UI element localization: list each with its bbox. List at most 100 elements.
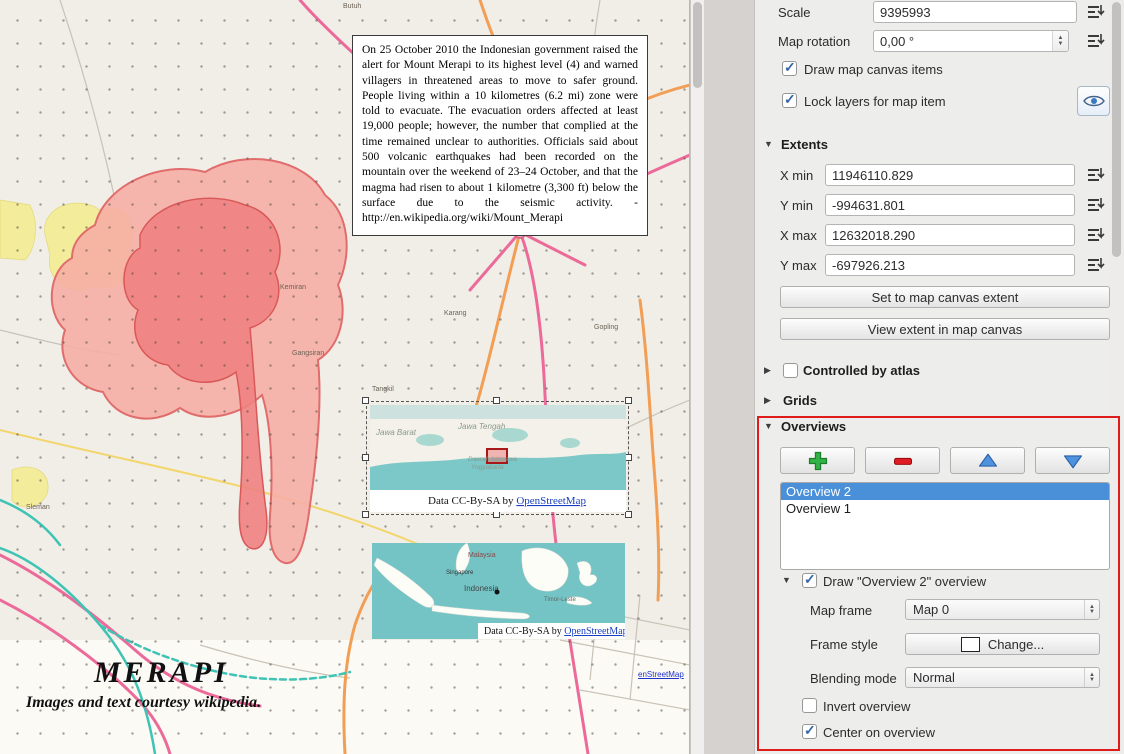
ymin-input[interactable]: -994631.801 [825, 194, 1075, 216]
scale-input[interactable]: 9395993 [873, 1, 1077, 23]
xmin-data-defined-button[interactable] [1083, 164, 1107, 186]
data-defined-override-icon [1085, 256, 1105, 274]
selection-handle[interactable] [493, 397, 500, 404]
invert-overview-checkbox[interactable] [802, 698, 817, 713]
frame-style-color-swatch [961, 637, 980, 652]
map-scrollbar-thumb[interactable] [693, 2, 702, 88]
xmax-data-defined-button[interactable] [1083, 224, 1107, 246]
svg-text:Jawa Barat: Jawa Barat [375, 428, 417, 437]
overview-inset-map-java[interactable]: Jawa Barat Jawa Tengah Daerah Istimewa Y… [370, 405, 626, 512]
grids-collapse-toggle[interactable]: ▶ [764, 395, 771, 406]
spin-arrows-icon[interactable]: ▲▼ [1052, 31, 1068, 51]
data-defined-override-icon [1085, 32, 1105, 50]
set-to-map-canvas-extent-button[interactable]: Set to map canvas extent [780, 286, 1110, 308]
ymin-data-defined-button[interactable] [1083, 194, 1107, 216]
map-frame-combo[interactable]: Map 0 ▲▼ [905, 599, 1100, 620]
draw-overview-label: Draw "Overview 2" overview [823, 574, 986, 589]
layer-visibility-preset-button[interactable] [1077, 86, 1110, 116]
move-overview-up-button[interactable] [950, 447, 1025, 474]
selection-handle[interactable] [625, 397, 632, 404]
overviews-header: Overviews [781, 419, 846, 434]
map-subtitle-label[interactable]: Images and text courtesy wikipedia. [26, 694, 261, 712]
map-rotation-spinbox[interactable]: 0,00 ° ▲▼ [873, 30, 1069, 52]
map-vertical-scrollbar[interactable] [690, 0, 704, 754]
center-on-overview-label: Center on overview [823, 725, 935, 740]
map-canvas[interactable]: Butuh Kemiran Gangsiran Tangkil Karang S… [0, 0, 690, 754]
svg-text:Singapore: Singapore [446, 570, 474, 576]
invert-overview-label: Invert overview [823, 699, 910, 714]
lock-layers-checkbox[interactable] [782, 93, 797, 108]
map-frame-label: Map frame [810, 603, 872, 618]
data-defined-override-icon [1085, 196, 1105, 214]
item-properties-panel: Scale 9395993 Map rotation 0,00 ° ▲▼ Dra… [755, 0, 1110, 754]
overviews-collapse-toggle[interactable]: ▼ [764, 421, 773, 431]
osm-credit-fragment: enStreetMap [638, 670, 684, 679]
blending-mode-value: Normal [913, 670, 955, 685]
overview-list-item[interactable]: Overview 2 [781, 483, 1109, 500]
selection-handle[interactable] [625, 454, 632, 461]
grids-header: Grids [783, 393, 817, 408]
svg-text:Malaysia: Malaysia [468, 552, 496, 559]
controlled-by-atlas-label: Controlled by atlas [803, 363, 920, 378]
frame-style-label: Frame style [810, 637, 878, 652]
ymax-data-defined-button[interactable] [1083, 254, 1107, 276]
lock-layers-label: Lock layers for map item [804, 94, 946, 109]
xmax-input[interactable]: 12632018.290 [825, 224, 1075, 246]
blending-mode-combo[interactable]: Normal ▲▼ [905, 667, 1100, 688]
map-title-label[interactable]: MERAPI [94, 656, 229, 690]
map-rotation-label: Map rotation [778, 34, 850, 49]
panel-splitter[interactable] [704, 0, 755, 754]
scale-label: Scale [778, 5, 811, 20]
panel-scrollbar-thumb[interactable] [1112, 2, 1121, 257]
plus-icon [807, 450, 829, 472]
panel-vertical-scrollbar[interactable] [1110, 0, 1124, 754]
data-defined-override-icon [1085, 3, 1105, 21]
ymax-input[interactable]: -697926.213 [825, 254, 1075, 276]
combo-arrows-icon: ▲▼ [1084, 668, 1099, 687]
svg-text:Data CC-By-SA by OpenStreetMap: Data CC-By-SA by OpenStreetMap [484, 626, 625, 637]
map-frame-value: Map 0 [913, 602, 949, 617]
data-defined-override-icon [1085, 166, 1105, 184]
selection-handle[interactable] [362, 454, 369, 461]
svg-text:Daerah Istimewa: Daerah Istimewa [468, 456, 517, 463]
draw-map-canvas-items-checkbox[interactable] [782, 61, 797, 76]
rotation-data-defined-button[interactable] [1083, 30, 1107, 52]
svg-text:Timor-Leste: Timor-Leste [544, 597, 576, 603]
extents-header: Extents [781, 137, 828, 152]
svg-text:Indonesia: Indonesia [464, 584, 499, 593]
overview-inset-map-indonesia[interactable]: Malaysia Singapore Indonesia Timor-Leste… [372, 543, 625, 639]
selection-handle[interactable] [362, 511, 369, 518]
svg-text:Yogyakarta: Yogyakarta [471, 464, 504, 471]
qgis-composer-window: Butuh Kemiran Gangsiran Tangkil Karang S… [0, 0, 1124, 754]
draw-overview-checkbox[interactable] [802, 573, 817, 588]
draw-overview-collapse-toggle[interactable]: ▼ [782, 575, 791, 585]
blending-mode-label: Blending mode [810, 671, 897, 686]
xmax-label: X max [780, 228, 817, 243]
arrow-up-icon [977, 450, 999, 472]
selection-handle[interactable] [625, 511, 632, 518]
map-rotation-value: 0,00 ° [880, 34, 914, 49]
draw-map-canvas-items-label: Draw map canvas items [804, 62, 943, 77]
center-on-overview-checkbox[interactable] [802, 724, 817, 739]
svg-text:Data CC-By-SA by OpenStreetMap: Data CC-By-SA by OpenStreetMap [428, 495, 586, 507]
add-overview-button[interactable] [780, 447, 855, 474]
remove-overview-button[interactable] [865, 447, 940, 474]
extents-collapse-toggle[interactable]: ▼ [764, 139, 773, 149]
frame-style-change-button[interactable]: Change... [905, 633, 1100, 655]
ymin-label: Y min [780, 198, 813, 213]
eye-icon [1083, 94, 1105, 108]
atlas-collapse-toggle[interactable]: ▶ [764, 365, 771, 376]
move-overview-down-button[interactable] [1035, 447, 1110, 474]
controlled-by-atlas-checkbox[interactable] [783, 363, 798, 378]
annotation-text-box[interactable]: On 25 October 2010 the Indonesian govern… [352, 35, 648, 236]
view-extent-in-map-canvas-button[interactable]: View extent in map canvas [780, 318, 1110, 340]
selection-handle[interactable] [362, 397, 369, 404]
scale-value: 9395993 [880, 5, 931, 20]
svg-text:Jawa Tengah: Jawa Tengah [457, 422, 506, 431]
selection-handle[interactable] [493, 511, 500, 518]
xmin-input[interactable]: 11946110.829 [825, 164, 1075, 186]
combo-arrows-icon: ▲▼ [1084, 600, 1099, 619]
overview-list-item[interactable]: Overview 1 [781, 500, 1109, 517]
minus-icon [892, 450, 914, 472]
scale-data-defined-button[interactable] [1083, 1, 1107, 23]
